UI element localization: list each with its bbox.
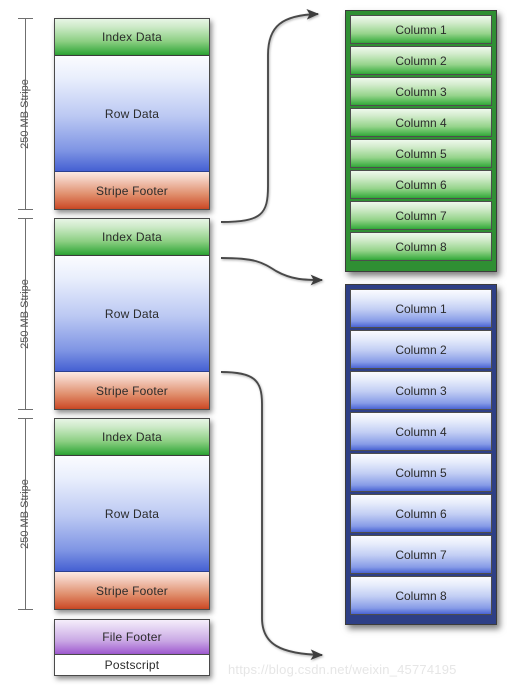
watermark-text: https://blog.csdn.net/weixin_45774195 [228,662,457,677]
file-footer-block[interactable]: File Footer Postscript [54,619,210,676]
stripe-3-row-data[interactable]: Row Data [55,456,209,572]
arrow-index-to-blue-columns [220,257,324,286]
index-column-row-4[interactable]: Column 4 [350,108,492,137]
row-data-column-row-6[interactable]: Column 6 [350,494,492,533]
index-column-row-7[interactable]: Column 7 [350,201,492,230]
row-data-column-row-2[interactable]: Column 2 [350,330,492,369]
arrow-index-to-green-columns [220,9,320,223]
stripe-block-3[interactable]: Index Data Row Data Stripe Footer [54,418,210,610]
index-column-row-2[interactable]: Column 2 [350,46,492,75]
row-data-column-row-3[interactable]: Column 3 [350,371,492,410]
row-data-column-row-7[interactable]: Column 7 [350,535,492,574]
stripe-bracket-3: 250 MB Stripe [14,418,36,610]
index-column-row-1[interactable]: Column 1 [350,15,492,44]
row-data-column-row-1[interactable]: Column 1 [350,289,492,328]
bracket-cap-bottom [18,609,33,610]
stripe-2-stripe-footer[interactable]: Stripe Footer [55,372,209,409]
bracket-cap-top [18,18,33,19]
bracket-cap-top [18,418,33,419]
bracket-cap-bottom [18,209,33,210]
stripe-3-stripe-footer[interactable]: Stripe Footer [55,572,209,609]
arrow-rowdata-to-blue-columns-bottom [220,371,324,661]
index-column-row-5[interactable]: Column 5 [350,139,492,168]
bracket-cap-top [18,218,33,219]
file-footer-segment[interactable]: File Footer [55,620,209,655]
row-data-column-row-8[interactable]: Column 8 [350,576,492,615]
index-column-row-6[interactable]: Column 6 [350,170,492,199]
postscript-segment[interactable]: Postscript [55,655,209,675]
bracket-cap-bottom [18,409,33,410]
row-data-columns-block[interactable]: Column 1 Column 2 Column 3 Column 4 Colu… [345,284,497,625]
stripe-1-stripe-footer[interactable]: Stripe Footer [55,172,209,209]
stripe-size-label-1: 250 MB Stripe [19,79,31,149]
stripe-bracket-1: 250 MB Stripe [14,18,36,210]
stripe-3-index-data[interactable]: Index Data [55,419,209,456]
stripe-size-label-2: 250 MB Stripe [19,279,31,349]
index-column-row-8[interactable]: Column 8 [350,232,492,261]
stripe-block-1[interactable]: Index Data Row Data Stripe Footer [54,18,210,210]
stripe-bracket-2: 250 MB Stripe [14,218,36,410]
stripe-2-row-data[interactable]: Row Data [55,256,209,372]
stripe-1-row-data[interactable]: Row Data [55,56,209,172]
stripe-block-2[interactable]: Index Data Row Data Stripe Footer [54,218,210,410]
index-column-row-3[interactable]: Column 3 [350,77,492,106]
stripe-size-label-3: 250 MB Stripe [19,479,31,549]
stripe-1-index-data[interactable]: Index Data [55,19,209,56]
index-columns-block[interactable]: Column 1 Column 2 Column 3 Column 4 Colu… [345,10,497,272]
row-data-column-row-5[interactable]: Column 5 [350,453,492,492]
orc-file-structure-diagram: 250 MB Stripe 250 MB Stripe 250 MB Strip… [0,0,507,690]
row-data-column-row-4[interactable]: Column 4 [350,412,492,451]
stripe-2-index-data[interactable]: Index Data [55,219,209,256]
